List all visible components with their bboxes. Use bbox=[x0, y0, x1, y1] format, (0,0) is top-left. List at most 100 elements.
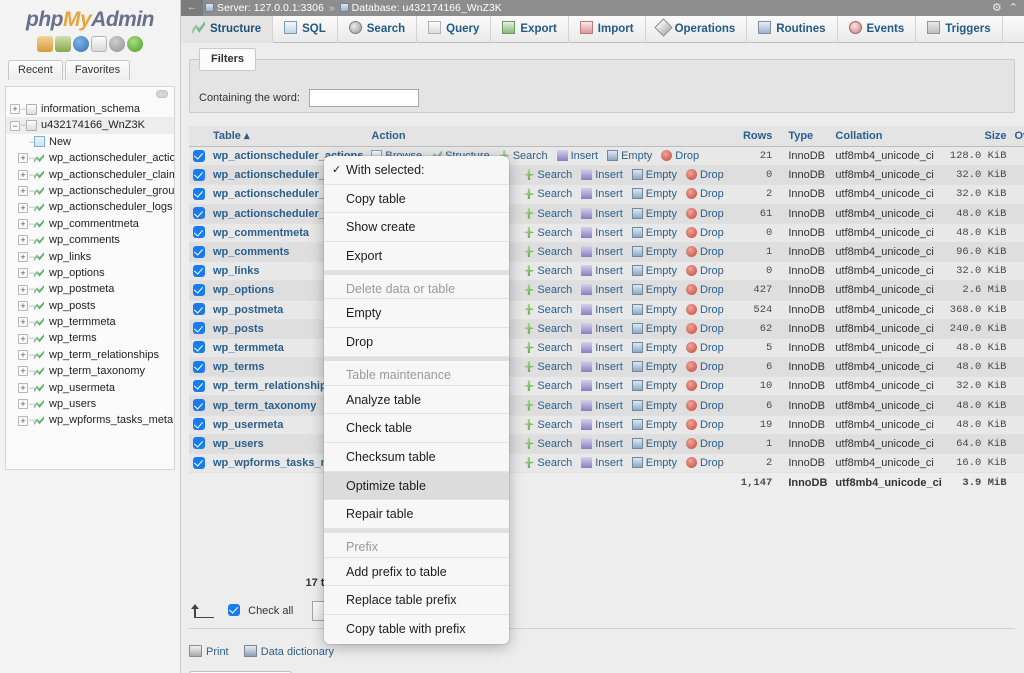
row-action-drop[interactable]: Drop bbox=[686, 342, 724, 354]
row-action-empty[interactable]: Empty bbox=[632, 227, 677, 239]
back-button[interactable]: ← bbox=[181, 0, 203, 16]
pin-icon[interactable] bbox=[156, 90, 168, 98]
row-action-insert[interactable]: Insert bbox=[581, 227, 623, 239]
tree-expander[interactable]: + bbox=[18, 219, 28, 229]
row-action-empty[interactable]: Empty bbox=[632, 323, 677, 335]
tree-expander[interactable]: + bbox=[18, 285, 28, 295]
row-action-drop[interactable]: Drop bbox=[686, 188, 724, 200]
row-checkbox[interactable] bbox=[193, 380, 205, 392]
row-action-drop[interactable]: Drop bbox=[686, 208, 724, 220]
menu-item-copy-table[interactable]: Copy table bbox=[324, 185, 509, 214]
tree-item-wp_actionscheduler_logs[interactable]: +–wp_actionscheduler_logs bbox=[6, 199, 174, 215]
row-select-cell[interactable] bbox=[189, 147, 209, 166]
tree-item-wp_actionscheduler_groups[interactable]: +–wp_actionscheduler_groups bbox=[6, 183, 174, 199]
row-action-empty[interactable]: Empty bbox=[632, 246, 677, 258]
row-select-cell[interactable] bbox=[189, 415, 209, 434]
row-action-drop[interactable]: Drop bbox=[686, 361, 724, 373]
row-action-insert[interactable]: Insert bbox=[581, 342, 623, 354]
row-action-empty[interactable]: Empty bbox=[632, 380, 677, 392]
tree-expander[interactable]: + bbox=[18, 334, 28, 344]
tree-item-wp_users[interactable]: +–wp_users bbox=[6, 396, 174, 412]
row-checkbox[interactable] bbox=[193, 437, 205, 449]
tab-routines[interactable]: Routines bbox=[747, 16, 837, 43]
row-action-drop[interactable]: Drop bbox=[686, 169, 724, 181]
tree-item-wp_commentmeta[interactable]: +–wp_commentmeta bbox=[6, 216, 174, 232]
tree-item-wp_links[interactable]: +–wp_links bbox=[6, 249, 174, 265]
row-action-search[interactable]: Search bbox=[523, 342, 572, 354]
row-action-insert[interactable]: Insert bbox=[581, 380, 623, 392]
tree-expander[interactable]: + bbox=[18, 203, 28, 213]
breadcrumb-database[interactable]: Database: u432174166_WnZ3K bbox=[352, 2, 502, 14]
row-action-drop[interactable]: Drop bbox=[686, 380, 724, 392]
row-checkbox[interactable] bbox=[193, 169, 205, 181]
row-select-cell[interactable] bbox=[189, 319, 209, 338]
row-action-empty[interactable]: Empty bbox=[632, 169, 677, 181]
row-action-search[interactable]: Search bbox=[523, 438, 572, 450]
row-checkbox[interactable] bbox=[193, 284, 205, 296]
tree-item-wp_comments[interactable]: +–wp_comments bbox=[6, 232, 174, 248]
row-checkbox[interactable] bbox=[193, 207, 205, 219]
phpmyadmin-logo[interactable]: phpMyAdmin bbox=[0, 0, 180, 34]
tab-query[interactable]: Query bbox=[417, 16, 491, 43]
tab-operations[interactable]: Operations bbox=[646, 16, 748, 43]
row-action-search[interactable]: Search bbox=[523, 208, 572, 220]
row-action-drop[interactable]: Drop bbox=[661, 150, 699, 162]
row-select-cell[interactable] bbox=[189, 396, 209, 415]
row-action-empty[interactable]: Empty bbox=[632, 438, 677, 450]
row-checkbox[interactable] bbox=[193, 226, 205, 238]
row-action-empty[interactable]: Empty bbox=[632, 265, 677, 277]
row-checkbox[interactable] bbox=[193, 322, 205, 334]
row-action-empty[interactable]: Empty bbox=[607, 150, 652, 162]
tree-item-New[interactable]: +–New bbox=[6, 134, 174, 150]
menu-item-export[interactable]: Export bbox=[324, 242, 509, 271]
row-select-cell[interactable] bbox=[189, 204, 209, 223]
menu-item-copy-table-with-prefix[interactable]: Copy table with prefix bbox=[324, 615, 509, 644]
tree-item-wp_term_taxonomy[interactable]: +–wp_term_taxonomy bbox=[6, 363, 174, 379]
tree-expander[interactable]: + bbox=[18, 317, 28, 327]
row-action-drop[interactable]: Drop bbox=[686, 246, 724, 258]
tree-item-wp_wpforms_tasks_meta[interactable]: +–wp_wpforms_tasks_meta bbox=[6, 412, 174, 428]
row-select-cell[interactable] bbox=[189, 166, 209, 185]
home-icon[interactable] bbox=[37, 36, 53, 52]
tree-expander[interactable]: + bbox=[18, 416, 28, 426]
row-checkbox[interactable] bbox=[193, 457, 205, 469]
menu-item-show-create[interactable]: Show create bbox=[324, 213, 509, 242]
tree-item-wp_actionscheduler_actions[interactable]: +–wp_actionscheduler_actions bbox=[6, 150, 174, 166]
row-action-empty[interactable]: Empty bbox=[632, 208, 677, 220]
row-action-search[interactable]: Search bbox=[523, 284, 572, 296]
tree-expander[interactable]: + bbox=[18, 252, 28, 262]
row-action-empty[interactable]: Empty bbox=[632, 342, 677, 354]
collapse-icon[interactable]: ⌃ bbox=[1009, 1, 1018, 14]
row-select-cell[interactable] bbox=[189, 358, 209, 377]
column-header-table[interactable]: Table ▴ bbox=[209, 126, 367, 147]
row-action-insert[interactable]: Insert bbox=[581, 246, 623, 258]
row-checkbox[interactable] bbox=[193, 265, 205, 277]
row-action-insert[interactable]: Insert bbox=[581, 188, 623, 200]
row-action-search[interactable]: Search bbox=[523, 246, 572, 258]
tree-item-wp_usermeta[interactable]: +–wp_usermeta bbox=[6, 380, 174, 396]
row-action-search[interactable]: Search bbox=[523, 419, 572, 431]
tab-triggers[interactable]: Triggers bbox=[916, 16, 1002, 43]
row-action-empty[interactable]: Empty bbox=[632, 419, 677, 431]
tree-expander[interactable]: − bbox=[10, 121, 20, 131]
row-action-search[interactable]: Search bbox=[523, 169, 572, 181]
row-action-empty[interactable]: Empty bbox=[632, 361, 677, 373]
row-select-cell[interactable] bbox=[189, 223, 209, 242]
menu-item-repair-table[interactable]: Repair table bbox=[324, 500, 509, 529]
column-header-type[interactable]: Type bbox=[784, 126, 831, 147]
tree-item-wp_postmeta[interactable]: +–wp_postmeta bbox=[6, 281, 174, 297]
row-action-drop[interactable]: Drop bbox=[686, 438, 724, 450]
row-action-search[interactable]: Search bbox=[523, 380, 572, 392]
row-action-search[interactable]: Search bbox=[523, 265, 572, 277]
data-dictionary-link[interactable]: Data dictionary bbox=[244, 646, 334, 658]
tree-expander[interactable]: + bbox=[18, 153, 28, 163]
row-action-drop[interactable]: Drop bbox=[686, 284, 724, 296]
tree-expander[interactable]: + bbox=[18, 170, 28, 180]
row-checkbox[interactable] bbox=[193, 361, 205, 373]
tree-expander[interactable]: + bbox=[18, 235, 28, 245]
row-action-insert[interactable]: Insert bbox=[581, 284, 623, 296]
tree-item-wp_termmeta[interactable]: +–wp_termmeta bbox=[6, 314, 174, 330]
row-action-search[interactable]: Search bbox=[523, 457, 572, 469]
check-all-checkbox[interactable] bbox=[228, 604, 240, 616]
row-action-insert[interactable]: Insert bbox=[581, 169, 623, 181]
